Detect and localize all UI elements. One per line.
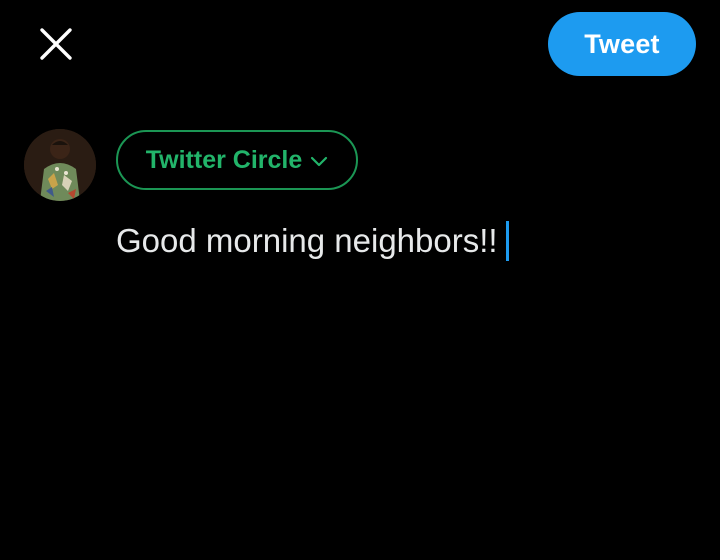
text-caret xyxy=(505,221,509,261)
audience-selector[interactable]: Twitter Circle xyxy=(116,130,358,190)
close-icon xyxy=(40,28,72,60)
tweet-composer[interactable]: Good morning neighbors!! xyxy=(116,218,509,264)
close-button[interactable] xyxy=(26,14,86,74)
audience-label: Twitter Circle xyxy=(145,145,303,174)
avatar[interactable] xyxy=(24,129,96,201)
tweet-text: Good morning neighbors!! xyxy=(116,222,498,259)
chevron-down-icon xyxy=(310,156,328,168)
tweet-button[interactable]: Tweet xyxy=(548,12,696,76)
profile-photo xyxy=(24,129,96,201)
